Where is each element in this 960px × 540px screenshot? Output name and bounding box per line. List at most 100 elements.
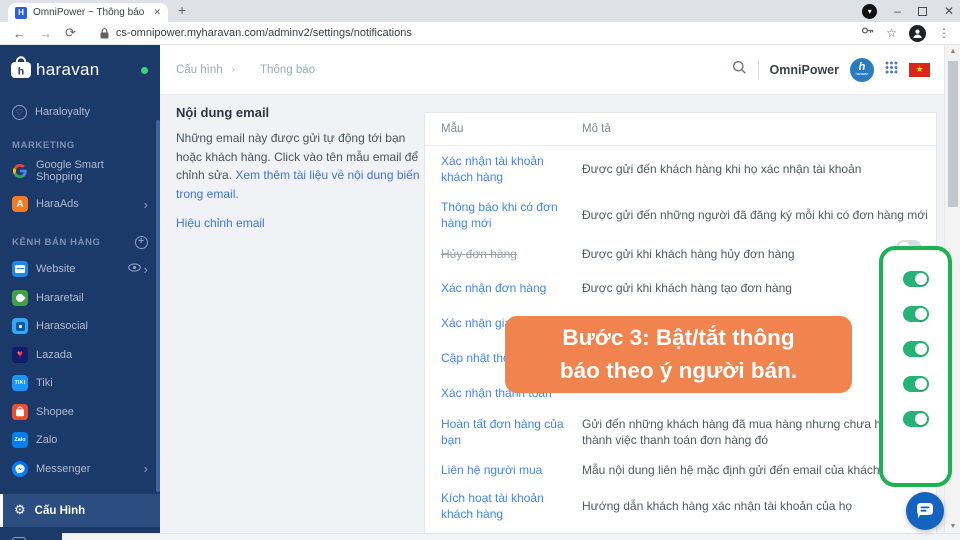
breadcrumb-settings[interactable]: Cấu hình <box>176 64 223 76</box>
scroll-up-icon[interactable]: ▲ <box>945 48 960 55</box>
bookmark-star-icon[interactable]: ☆ <box>886 26 897 40</box>
window-minimize-button[interactable]: – <box>894 5 901 17</box>
sidebar-item-label: Haraloyalty <box>35 106 90 118</box>
template-description: Gửi đến những khách hàng đã mua hàng như… <box>582 417 928 448</box>
reload-icon[interactable]: ⟳ <box>65 25 76 41</box>
sidebar-item-label: Shopee <box>36 406 74 418</box>
toggle-switch[interactable] <box>903 306 929 322</box>
template-name-link[interactable]: Xác nhận tài khoản khách hàng <box>441 154 566 185</box>
sidebar-item-label: Harasocial <box>36 320 88 332</box>
toggle-highlight-box <box>879 246 952 487</box>
svg-text:h: h <box>18 66 24 78</box>
template-description: Được gửi đến khách hàng khi họ xác nhận … <box>582 162 928 178</box>
horizontal-scrollbar[interactable] <box>62 533 960 540</box>
lock-icon[interactable] <box>100 28 109 39</box>
browser-tabstrip: H OmniPower ~ Thông báo ~ Hara ✕ + ▾ – ✕ <box>0 0 960 22</box>
sidebar-item-harasocial[interactable]: Harasocial <box>0 312 160 341</box>
toggle-switch[interactable] <box>903 376 929 392</box>
gear-icon: ⚙ <box>14 504 26 517</box>
sidebar-item-google-smart-shopping[interactable]: Google Smart Shopping <box>0 157 160 185</box>
haravan-favicon: H <box>15 7 27 19</box>
browser-profile-avatar[interactable] <box>909 25 926 42</box>
table-row: Xác nhận tài khoản khách hàng Được gửi đ… <box>425 146 936 194</box>
sidebar-item-label: Hararetail <box>36 292 84 304</box>
sidebar-item-label: Cấu Hình <box>35 505 85 517</box>
window-close-button[interactable]: ✕ <box>944 5 954 17</box>
scroll-down-icon[interactable]: ▼ <box>945 523 960 530</box>
sidebar-item-settings-active[interactable]: ⚙ Cấu Hình <box>0 494 160 527</box>
section-sales-channels: KÊNH BÁN HÀNG + <box>0 236 160 248</box>
sidebar: h haravan ♡ Haraloyalty MARKETING Google… <box>0 45 160 540</box>
template-description: Được gửi khi khách hàng hủy đơn hàng <box>582 247 928 263</box>
template-name-link[interactable]: Xác nhận đơn hàng <box>441 281 566 297</box>
sidebar-item-label: Tiki <box>36 377 53 389</box>
window-maximize-button[interactable] <box>918 7 927 16</box>
step-callout: Bước 3: Bật/tắt thông báo theo ý người b… <box>505 316 852 393</box>
browser-menu-icon[interactable]: ⋮ <box>938 26 950 40</box>
sidebar-item-haraloyalty[interactable]: ♡ Haraloyalty <box>0 99 160 125</box>
sidebar-item-zalo[interactable]: Zalo Zalo <box>0 426 160 455</box>
template-description: Hướng dẫn khách hàng xác nhận tài khoản … <box>582 499 928 515</box>
sidebar-item-label: HaraAds <box>36 198 79 210</box>
vietnam-flag-icon[interactable]: ★ <box>909 63 930 77</box>
template-name-link[interactable]: Liên hệ người mua <box>441 463 566 479</box>
logo-text: haravan <box>36 60 100 80</box>
panel-title: Nội dung email <box>176 105 426 120</box>
haraads-icon: A <box>12 196 28 212</box>
main-content: Cấu hình › Thông báo OmniPower h haravan… <box>160 45 944 540</box>
sidebar-item-label: Website <box>36 263 76 275</box>
sidebar-item-shopee[interactable]: Shopee <box>0 398 160 427</box>
loyalty-heart-icon: ♡ <box>12 105 27 120</box>
browser-toolbar: ← → ⟳ cs-omnipower.myharavan.com/adminv2… <box>0 22 960 45</box>
url-input[interactable]: cs-omnipower.myharavan.com/adminv2/setti… <box>116 27 861 39</box>
sidebar-item-hararetail[interactable]: Hararetail <box>0 284 160 313</box>
media-control-icon[interactable]: ▾ <box>862 4 877 19</box>
forward-icon[interactable]: → <box>39 26 52 41</box>
search-icon[interactable] <box>732 60 747 80</box>
eye-icon[interactable] <box>128 263 141 275</box>
tab-close-icon[interactable]: ✕ <box>153 7 161 18</box>
new-tab-button[interactable]: + <box>178 2 186 18</box>
template-name-link[interactable]: Thông báo khi có đơn hàng mới <box>441 200 566 231</box>
scrollbar-thumb[interactable] <box>948 61 958 207</box>
table-row: Liên hệ người mua Mẫu nội dung liên hệ m… <box>425 455 936 486</box>
key-icon[interactable] <box>861 24 874 42</box>
chat-widget-button[interactable] <box>906 492 944 530</box>
template-description: Được gửi đến những người đã đăng ký mỗi … <box>582 208 928 224</box>
breadcrumb-notifications: Thông báo <box>260 64 315 76</box>
status-dot <box>141 67 148 74</box>
template-name-link[interactable]: Hoàn tất đơn hàng của bạn <box>441 417 566 448</box>
admin-header: Cấu hình › Thông báo OmniPower h haravan… <box>160 45 944 95</box>
sidebar-item-tiki[interactable]: TIKI Tiki <box>0 369 160 398</box>
sidebar-item-lazada[interactable]: ♥ Lazada <box>0 341 160 370</box>
toggle-switch[interactable] <box>903 341 929 357</box>
edit-email-link[interactable]: Hiệu chỉnh email <box>176 216 265 230</box>
account-avatar[interactable]: h haravan <box>850 58 874 82</box>
sidebar-item-label: Google Smart Shopping <box>36 159 148 183</box>
add-channel-icon[interactable]: + <box>135 236 148 249</box>
chevron-right-icon: › <box>144 198 148 211</box>
account-name[interactable]: OmniPower <box>770 63 839 77</box>
haravan-logo[interactable]: h haravan <box>0 45 160 95</box>
screen: H OmniPower ~ Thông báo ~ Hara ✕ + ▾ – ✕… <box>0 0 960 540</box>
apps-grid-icon[interactable] <box>885 61 898 79</box>
google-icon <box>12 163 28 179</box>
browser-tab[interactable]: H OmniPower ~ Thông báo ~ Hara ✕ <box>8 3 168 22</box>
sidebar-item-label: Lazada <box>36 349 72 361</box>
sidebar-item-website[interactable]: Website › <box>0 255 160 284</box>
sidebar-item-haraads[interactable]: A HaraAds › <box>0 190 160 218</box>
template-name-link[interactable]: Hủy đơn hàng <box>441 247 566 263</box>
template-description: Được gửi khi khách hàng tạo đơn hàng <box>582 281 928 297</box>
sidebar-item-messenger[interactable]: Messenger › <box>0 455 160 484</box>
back-icon[interactable]: ← <box>13 26 26 41</box>
toggle-switch[interactable] <box>903 271 929 287</box>
chat-bubble-icon <box>915 502 935 520</box>
toggle-switch[interactable] <box>903 411 929 427</box>
template-name-link[interactable]: Kích hoạt tài khoản khách hàng <box>441 491 566 522</box>
table-row: Xác nhận đơn hàng Được gửi khi khách hàn… <box>425 271 936 306</box>
sidebar-item-label: Messenger <box>36 463 90 475</box>
step-callout-line2: báo theo ý người bán. <box>560 355 797 388</box>
table-row: Hủy đơn hàng Được gửi khi khách hàng hủy… <box>425 238 936 271</box>
chevron-right-icon: › <box>144 263 148 276</box>
haravan-bag-icon: h <box>10 56 32 84</box>
